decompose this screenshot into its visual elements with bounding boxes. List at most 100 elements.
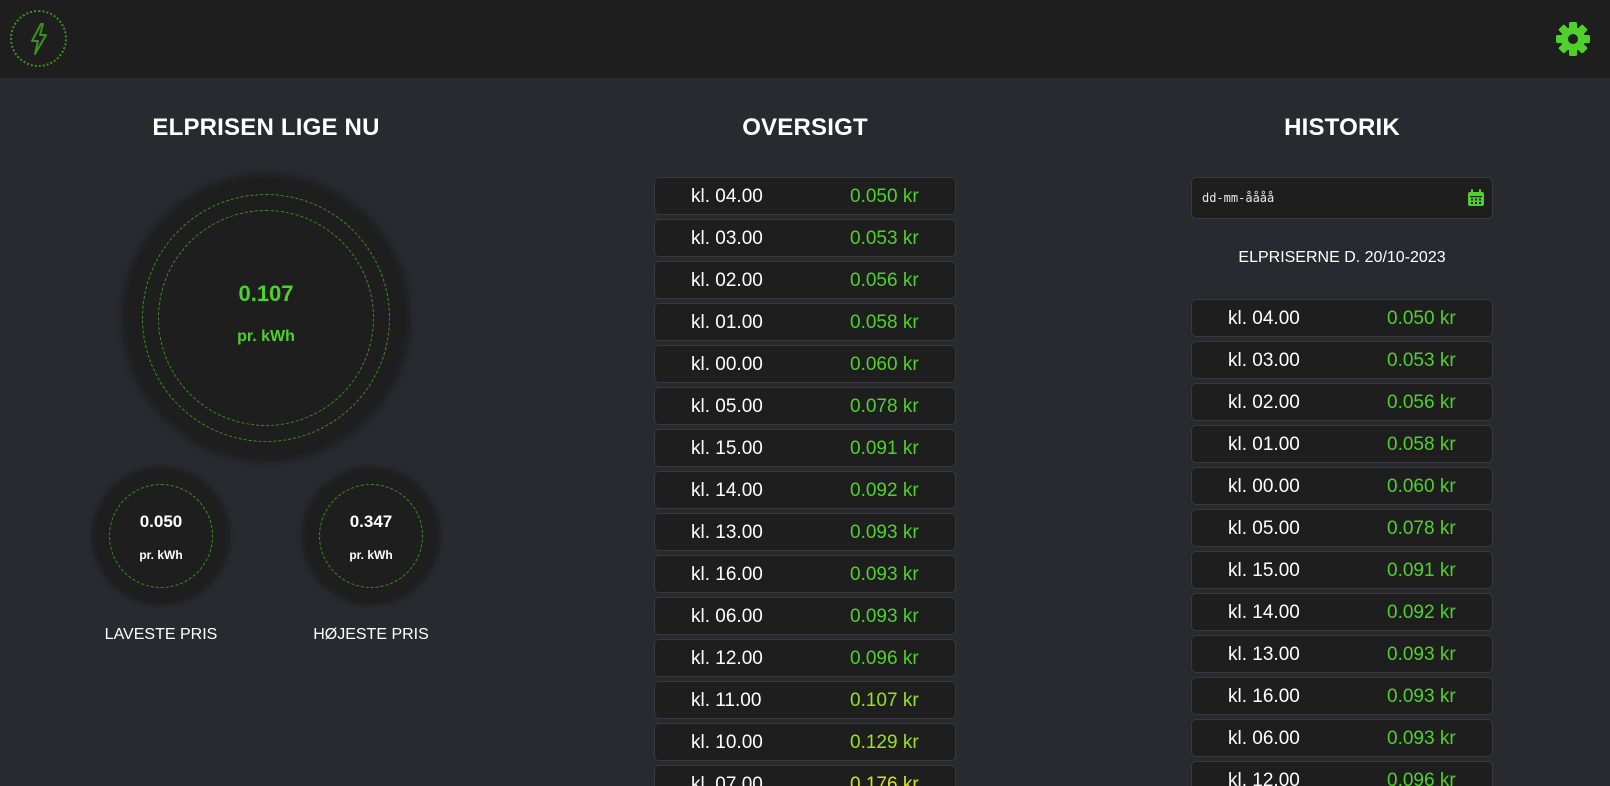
price-row: kl. 11.00 0.107 kr bbox=[654, 681, 956, 719]
lowest-price-value: 0.050 bbox=[139, 512, 183, 531]
price-row-price: 0.093 kr bbox=[1387, 728, 1456, 749]
overview-list: kl. 04.00 0.050 kr kl. 03.00 0.053 kr kl. 02… bbox=[654, 177, 956, 786]
price-row: kl. 14.00 0.092 kr bbox=[1191, 593, 1493, 631]
price-row-time: kl. 06.00 bbox=[691, 606, 763, 627]
calendar-icon[interactable] bbox=[1466, 188, 1486, 208]
highest-price-label: HØJESTE PRIS bbox=[313, 626, 429, 643]
price-row-price: 0.056 kr bbox=[850, 270, 919, 291]
price-row: kl. 13.00 0.093 kr bbox=[1191, 635, 1493, 673]
highest-price-dial: 0.347 pr. kWh bbox=[305, 470, 437, 602]
price-row-time: kl. 13.00 bbox=[1228, 644, 1300, 665]
price-row: kl. 03.00 0.053 kr bbox=[654, 219, 956, 257]
price-row-price: 0.093 kr bbox=[850, 606, 919, 627]
price-row: kl. 07.00 0.176 kr bbox=[654, 765, 956, 786]
price-row-time: kl. 12.00 bbox=[1228, 770, 1300, 786]
price-row-price: 0.060 kr bbox=[1387, 476, 1456, 497]
price-row: kl. 10.00 0.129 kr bbox=[654, 723, 956, 761]
price-row: kl. 05.00 0.078 kr bbox=[1191, 509, 1493, 547]
price-row-time: kl. 15.00 bbox=[1228, 560, 1300, 581]
price-row-time: kl. 10.00 bbox=[691, 732, 763, 753]
date-input[interactable]: dd-mm-åååå bbox=[1191, 177, 1493, 219]
price-row-time: kl. 02.00 bbox=[691, 270, 763, 291]
price-row: kl. 02.00 0.056 kr bbox=[1191, 383, 1493, 421]
price-row-time: kl. 06.00 bbox=[1228, 728, 1300, 749]
price-row-price: 0.091 kr bbox=[1387, 560, 1456, 581]
price-row-time: kl. 16.00 bbox=[691, 564, 763, 585]
price-row-time: kl. 04.00 bbox=[691, 186, 763, 207]
price-row: kl. 13.00 0.093 kr bbox=[654, 513, 956, 551]
price-row-price: 0.053 kr bbox=[850, 228, 919, 249]
price-row-time: kl. 13.00 bbox=[691, 522, 763, 543]
dial-inner-ring bbox=[158, 210, 374, 426]
price-row-time: kl. 16.00 bbox=[1228, 686, 1300, 707]
price-row-time: kl. 03.00 bbox=[1228, 350, 1300, 371]
price-row-time: kl. 00.00 bbox=[691, 354, 763, 375]
lowest-price-unit: pr. kWh bbox=[139, 548, 183, 562]
price-row-price: 0.092 kr bbox=[1387, 602, 1456, 623]
price-row: kl. 15.00 0.091 kr bbox=[654, 429, 956, 467]
lowest-price-dial: 0.050 pr. kWh bbox=[95, 470, 227, 602]
price-row: kl. 14.00 0.092 kr bbox=[654, 471, 956, 509]
current-price-dial: 0.107 pr. kWh bbox=[126, 178, 406, 458]
price-row-time: kl. 02.00 bbox=[1228, 392, 1300, 413]
price-row-price: 0.096 kr bbox=[850, 648, 919, 669]
price-row: kl. 01.00 0.058 kr bbox=[654, 303, 956, 341]
price-row-time: kl. 03.00 bbox=[691, 228, 763, 249]
price-row-price: 0.056 kr bbox=[1387, 392, 1456, 413]
dial-ring bbox=[109, 484, 213, 588]
price-row: kl. 15.00 0.091 kr bbox=[1191, 551, 1493, 589]
price-row: kl. 00.00 0.060 kr bbox=[1191, 467, 1493, 505]
price-row: kl. 04.00 0.050 kr bbox=[1191, 299, 1493, 337]
price-row: kl. 01.00 0.058 kr bbox=[1191, 425, 1493, 463]
price-row-price: 0.058 kr bbox=[1387, 434, 1456, 455]
top-bar bbox=[0, 0, 1610, 78]
gear-icon[interactable] bbox=[1556, 22, 1590, 56]
price-row-price: 0.107 kr bbox=[850, 690, 919, 711]
price-row: kl. 16.00 0.093 kr bbox=[654, 555, 956, 593]
price-row-time: kl. 01.00 bbox=[691, 312, 763, 333]
price-row: kl. 02.00 0.056 kr bbox=[654, 261, 956, 299]
price-row: kl. 16.00 0.093 kr bbox=[1191, 677, 1493, 715]
price-row-price: 0.093 kr bbox=[1387, 686, 1456, 707]
price-row-time: kl. 14.00 bbox=[1228, 602, 1300, 623]
price-row-price: 0.050 kr bbox=[1387, 308, 1456, 329]
price-row-price: 0.176 kr bbox=[850, 774, 919, 786]
highest-price-value: 0.347 bbox=[349, 512, 393, 531]
price-row-time: kl. 12.00 bbox=[691, 648, 763, 669]
date-placeholder: dd-mm-åååå bbox=[1202, 191, 1275, 205]
current-price-title: ELPRISEN LIGE NU bbox=[152, 114, 380, 141]
price-row-time: kl. 14.00 bbox=[691, 480, 763, 501]
logo[interactable] bbox=[10, 10, 67, 67]
price-row-price: 0.129 kr bbox=[850, 732, 919, 753]
price-row-price: 0.093 kr bbox=[1387, 644, 1456, 665]
price-row-time: kl. 07.00 bbox=[691, 774, 763, 786]
price-row-price: 0.058 kr bbox=[850, 312, 919, 333]
price-row: kl. 06.00 0.093 kr bbox=[654, 597, 956, 635]
price-row-price: 0.096 kr bbox=[1387, 770, 1456, 786]
price-row-time: kl. 15.00 bbox=[691, 438, 763, 459]
price-row-price: 0.053 kr bbox=[1387, 350, 1456, 371]
current-price-unit: pr. kWh bbox=[237, 328, 295, 345]
history-title: HISTORIK bbox=[1284, 114, 1400, 141]
price-row: kl. 12.00 0.096 kr bbox=[1191, 761, 1493, 786]
overview-title: OVERSIGT bbox=[742, 114, 868, 141]
price-row: kl. 05.00 0.078 kr bbox=[654, 387, 956, 425]
price-row-time: kl. 11.00 bbox=[691, 690, 762, 711]
price-row: kl. 04.00 0.050 kr bbox=[654, 177, 956, 215]
lightning-bolt-icon bbox=[30, 22, 47, 55]
price-row: kl. 06.00 0.093 kr bbox=[1191, 719, 1493, 757]
price-row-time: kl. 05.00 bbox=[691, 396, 763, 417]
history-date-heading: ELPRISERNE D. 20/10-2023 bbox=[1238, 249, 1446, 266]
price-row: kl. 03.00 0.053 kr bbox=[1191, 341, 1493, 379]
price-row: kl. 00.00 0.060 kr bbox=[654, 345, 956, 383]
price-row-price: 0.078 kr bbox=[850, 396, 919, 417]
price-row-time: kl. 05.00 bbox=[1228, 518, 1300, 539]
price-row-price: 0.060 kr bbox=[850, 354, 919, 375]
price-row-price: 0.078 kr bbox=[1387, 518, 1456, 539]
current-price-value: 0.107 bbox=[238, 281, 294, 306]
price-row-price: 0.093 kr bbox=[850, 564, 919, 585]
price-row-price: 0.092 kr bbox=[850, 480, 919, 501]
dial-ring bbox=[319, 484, 423, 588]
price-row-time: kl. 00.00 bbox=[1228, 476, 1300, 497]
price-row-time: kl. 04.00 bbox=[1228, 308, 1300, 329]
